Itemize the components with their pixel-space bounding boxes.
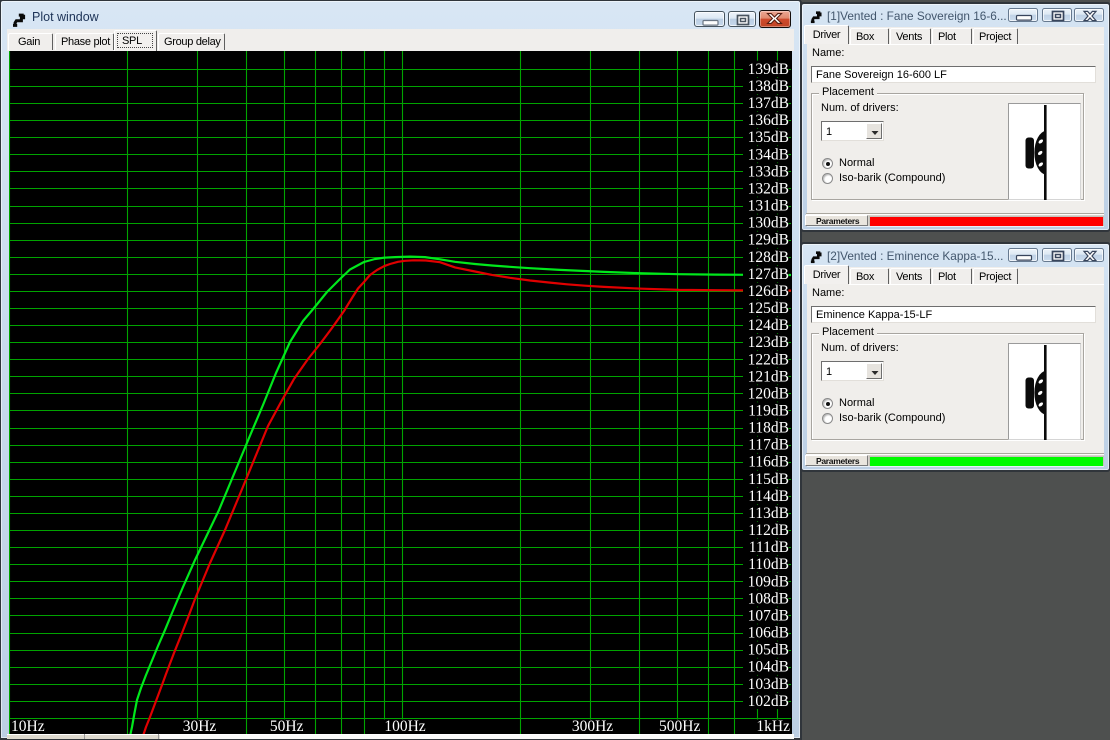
svg-text:102dB: 102dB (748, 693, 789, 710)
svg-text:104dB: 104dB (748, 659, 789, 676)
svg-text:121dB: 121dB (748, 368, 789, 385)
svg-text:1kHz: 1kHz (756, 718, 790, 734)
svg-text:103dB: 103dB (748, 676, 789, 693)
svg-text:100Hz: 100Hz (384, 718, 425, 734)
svg-text:128dB: 128dB (748, 249, 789, 266)
svg-text:120dB: 120dB (748, 385, 789, 402)
svg-text:500Hz: 500Hz (659, 718, 700, 734)
svg-text:118dB: 118dB (748, 420, 789, 437)
svg-text:127dB: 127dB (748, 266, 789, 283)
svg-text:114dB: 114dB (748, 488, 789, 505)
svg-text:106dB: 106dB (748, 625, 789, 642)
svg-text:136dB: 136dB (748, 112, 789, 129)
svg-text:107dB: 107dB (748, 608, 789, 625)
svg-text:30Hz: 30Hz (183, 718, 217, 734)
svg-text:112dB: 112dB (748, 522, 789, 539)
svg-text:116dB: 116dB (748, 454, 789, 471)
svg-text:122dB: 122dB (748, 351, 789, 368)
svg-text:132dB: 132dB (748, 181, 789, 198)
svg-text:126dB: 126dB (748, 283, 789, 300)
svg-text:130dB: 130dB (748, 215, 789, 232)
svg-text:137dB: 137dB (748, 95, 789, 112)
svg-text:105dB: 105dB (748, 642, 789, 659)
svg-text:125dB: 125dB (748, 300, 789, 317)
svg-text:138dB: 138dB (748, 78, 789, 95)
svg-text:117dB: 117dB (748, 437, 789, 454)
svg-text:139dB: 139dB (748, 61, 789, 78)
svg-text:110dB: 110dB (748, 556, 789, 573)
svg-text:10Hz: 10Hz (11, 718, 45, 734)
svg-text:134dB: 134dB (748, 146, 789, 163)
svg-text:123dB: 123dB (748, 334, 789, 351)
svg-text:111dB: 111dB (749, 539, 789, 556)
svg-text:135dB: 135dB (748, 129, 789, 146)
svg-text:50Hz: 50Hz (270, 718, 304, 734)
svg-text:113dB: 113dB (748, 505, 789, 522)
svg-text:131dB: 131dB (748, 198, 789, 215)
svg-text:109dB: 109dB (748, 573, 789, 590)
svg-text:119dB: 119dB (748, 403, 789, 420)
svg-text:115dB: 115dB (748, 471, 789, 488)
svg-text:129dB: 129dB (748, 232, 789, 249)
svg-text:124dB: 124dB (748, 317, 789, 334)
svg-text:108dB: 108dB (748, 590, 789, 607)
svg-text:133dB: 133dB (748, 163, 789, 180)
svg-text:300Hz: 300Hz (572, 718, 613, 734)
